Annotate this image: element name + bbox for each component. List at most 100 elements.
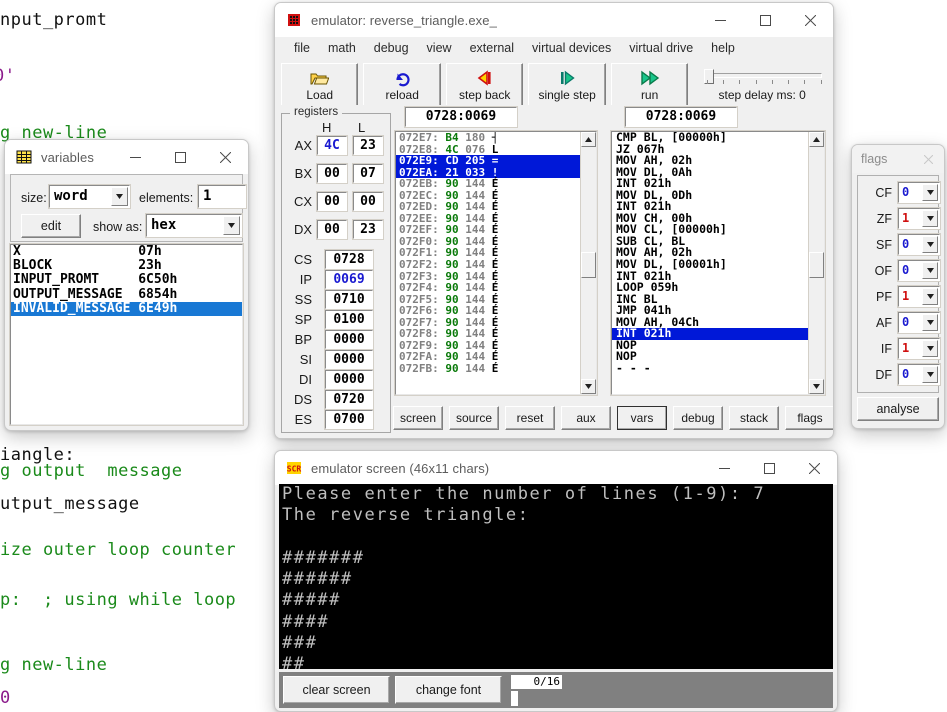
minimize-icon[interactable] [113,140,158,174]
close-icon[interactable] [792,451,837,485]
chevron-down-icon[interactable] [922,366,938,383]
scroll-up-arrow-icon[interactable] [809,132,824,147]
menu-item-virtual-devices[interactable]: virtual devices [523,39,620,57]
variable-row[interactable]: INVALID_MESSAGE 6E49h [11,301,242,316]
disassembly-scroll-thumb[interactable] [809,252,824,278]
maximize-icon[interactable] [158,140,203,174]
menu-item-file[interactable]: file [285,39,319,57]
register-cs-value[interactable]: 0728 [324,249,374,270]
variable-row[interactable]: OUTPUT_MESSAGE 6854h [11,287,242,302]
menu-item-virtual-drive[interactable]: virtual drive [620,39,702,57]
register-ip-value[interactable]: 0069 [324,269,374,290]
register-di-value[interactable]: 0000 [324,369,374,390]
tab-screen[interactable]: screen [393,406,443,430]
tab-vars[interactable]: vars [617,406,667,430]
close-icon[interactable] [918,149,938,169]
step-back-button[interactable]: step back [445,63,524,107]
variable-row[interactable]: X 07h [11,245,242,259]
maximize-icon[interactable] [743,3,788,37]
close-icon[interactable] [788,3,833,37]
chevron-down-icon[interactable] [223,216,240,235]
memory-scroll-thumb[interactable] [581,252,596,278]
single-step-button[interactable]: single step [528,63,606,107]
chevron-down-icon[interactable] [922,288,938,305]
elements-input[interactable]: 1 [197,184,247,209]
memory-row[interactable]: 072FB: 90 144 É [396,363,580,375]
scroll-down-arrow-icon[interactable] [581,379,596,394]
scroll-up-arrow-icon[interactable] [581,132,596,147]
chevron-down-icon[interactable] [922,262,938,279]
disassembly-pane[interactable]: CMP BL, [00000h] JZ 067h MOV AH, 02h MOV DL… [610,130,826,396]
minimize-icon[interactable] [702,451,747,485]
cursor-bar [511,690,518,706]
step-delay-control[interactable]: step delay ms: 0 [697,64,827,106]
memory-scrollbar[interactable] [580,132,596,394]
disassembly-scrollbar[interactable] [808,132,824,394]
size-select[interactable]: word [48,184,131,209]
menu-item-view[interactable]: view [418,39,461,57]
scroll-down-arrow-icon[interactable] [809,379,824,394]
run-button[interactable]: run [610,63,689,107]
variable-row[interactable]: INPUT_PROMT 6C50h [11,273,242,287]
chevron-down-icon[interactable] [922,210,938,227]
register-cx-low[interactable]: 00 [352,191,384,212]
register-ax-low[interactable]: 23 [352,135,384,156]
console-line: #### [282,611,330,632]
flag-select-sf[interactable]: 0 [897,233,941,256]
edit-button[interactable]: edit [21,214,81,238]
minimize-icon[interactable] [698,3,743,37]
tab-debug[interactable]: debug [673,406,723,430]
chevron-down-icon[interactable] [922,340,938,357]
load-button[interactable]: Load [281,63,359,107]
disassembly-row[interactable]: NOP [612,339,808,352]
register-es-value[interactable]: 0700 [324,409,374,430]
chevron-down-icon[interactable] [111,187,128,206]
disassembly-row[interactable]: - - - [612,362,808,375]
tab-flags[interactable]: flags [785,406,833,430]
show-as-select[interactable]: hex [145,213,243,238]
register-cx-high[interactable]: 00 [316,191,348,212]
tab-source[interactable]: source [449,406,499,430]
flag-select-zf[interactable]: 1 [897,207,941,230]
register-bx-low[interactable]: 07 [352,163,384,184]
flag-select-af[interactable]: 0 [897,311,941,334]
chevron-down-icon[interactable] [922,236,938,253]
menu-item-help[interactable]: help [702,39,744,57]
register-si-value[interactable]: 0000 [324,349,374,370]
chevron-down-icon[interactable] [922,184,938,201]
variable-row[interactable]: BLOCK 23h [11,258,242,273]
change-font-button[interactable]: change font [395,676,502,704]
elements-label: elements: [139,191,194,205]
chevron-down-icon[interactable] [922,314,938,331]
register-ss-value[interactable]: 0710 [324,289,374,310]
register-sp-value[interactable]: 0100 [324,309,374,330]
clear-screen-button[interactable]: clear screen [283,676,390,704]
tab-aux[interactable]: aux [561,406,611,430]
register-ax-high[interactable]: 4C [316,135,348,156]
register-bx-high[interactable]: 00 [316,163,348,184]
close-icon[interactable] [203,140,248,174]
reload-button[interactable]: reload [363,63,441,107]
step-delay-slider[interactable] [700,68,825,88]
disassembly-row[interactable]: INT 021h [612,328,808,340]
flag-select-of[interactable]: 0 [897,259,941,282]
flag-select-df[interactable]: 0 [897,363,941,386]
register-dx-high[interactable]: 00 [316,219,348,240]
menu-item-debug[interactable]: debug [365,39,418,57]
tab-stack[interactable]: stack [729,406,779,430]
memory-address-field[interactable]: 0728:0069 [404,106,518,128]
memory-list-pane[interactable]: 072E7: B4 180 ┤ 072E8: 4C 076 L 072E9: CD … [394,130,598,396]
register-dx-low[interactable]: 23 [352,219,384,240]
register-bp-value[interactable]: 0000 [324,329,374,350]
flag-select-pf[interactable]: 1 [897,285,941,308]
menu-item-external[interactable]: external [461,39,523,57]
flag-select-if[interactable]: 1 [897,337,941,360]
maximize-icon[interactable] [747,451,792,485]
analyse-button[interactable]: analyse [857,397,939,421]
register-ds-value[interactable]: 0720 [324,389,374,410]
variables-list[interactable]: X 07h BLOCK 23h INPUT_PROMT 6C50h OUTPUT_ME… [9,243,244,426]
tab-reset[interactable]: reset [505,406,555,430]
flag-select-cf[interactable]: 0 [897,181,941,204]
disasm-address-field[interactable]: 0728:0069 [624,106,738,128]
menu-item-math[interactable]: math [319,39,365,57]
